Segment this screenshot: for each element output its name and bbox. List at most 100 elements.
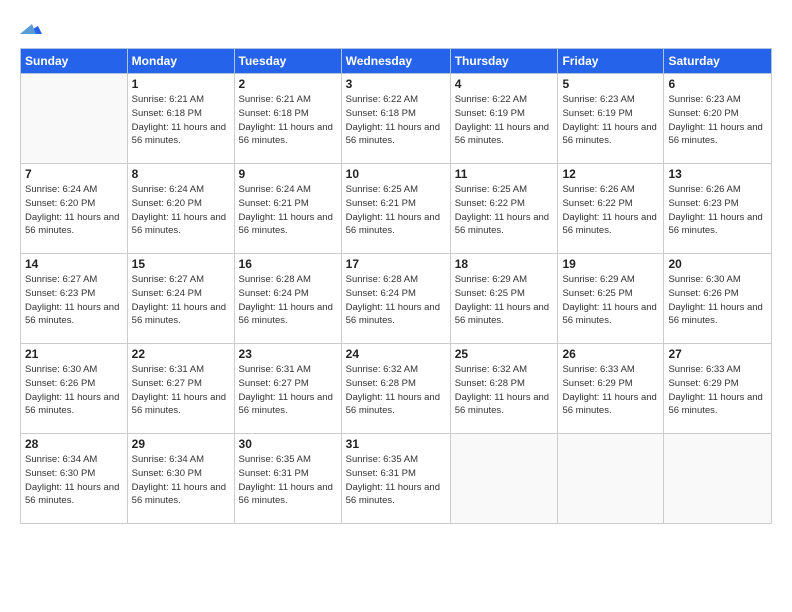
calendar-cell: 19 Sunrise: 6:29 AMSunset: 6:25 PMDayligh… bbox=[558, 254, 664, 344]
calendar-week-row: 14 Sunrise: 6:27 AMSunset: 6:23 PMDayligh… bbox=[21, 254, 772, 344]
day-info: Sunrise: 6:28 AMSunset: 6:24 PMDaylight:… bbox=[239, 273, 337, 328]
day-info: Sunrise: 6:29 AMSunset: 6:25 PMDaylight:… bbox=[562, 273, 659, 328]
day-info: Sunrise: 6:32 AMSunset: 6:28 PMDaylight:… bbox=[346, 363, 446, 418]
day-info: Sunrise: 6:35 AMSunset: 6:31 PMDaylight:… bbox=[346, 453, 446, 508]
day-info: Sunrise: 6:32 AMSunset: 6:28 PMDaylight:… bbox=[455, 363, 554, 418]
day-info: Sunrise: 6:27 AMSunset: 6:24 PMDaylight:… bbox=[132, 273, 230, 328]
day-number: 25 bbox=[455, 347, 554, 361]
day-info: Sunrise: 6:26 AMSunset: 6:22 PMDaylight:… bbox=[562, 183, 659, 238]
header bbox=[20, 16, 772, 38]
calendar-cell: 27 Sunrise: 6:33 AMSunset: 6:29 PMDayligh… bbox=[664, 344, 772, 434]
calendar-cell bbox=[21, 74, 128, 164]
calendar-cell: 16 Sunrise: 6:28 AMSunset: 6:24 PMDayligh… bbox=[234, 254, 341, 344]
day-number: 18 bbox=[455, 257, 554, 271]
day-number: 20 bbox=[668, 257, 767, 271]
day-number: 12 bbox=[562, 167, 659, 181]
calendar-cell: 30Sunrise: 6:35 AMSunset: 6:31 PMDayligh… bbox=[234, 434, 341, 524]
day-number: 19 bbox=[562, 257, 659, 271]
day-number: 31 bbox=[346, 437, 446, 451]
page: SundayMondayTuesdayWednesdayThursdayFrid… bbox=[0, 0, 792, 612]
day-number: 21 bbox=[25, 347, 123, 361]
weekday-header-monday: Monday bbox=[127, 49, 234, 74]
day-info: Sunrise: 6:30 AMSunset: 6:26 PMDaylight:… bbox=[668, 273, 767, 328]
day-number: 10 bbox=[346, 167, 446, 181]
calendar-cell: 21 Sunrise: 6:30 AMSunset: 6:26 PMDayligh… bbox=[21, 344, 128, 434]
day-info: Sunrise: 6:24 AMSunset: 6:21 PMDaylight:… bbox=[239, 183, 337, 238]
day-info: Sunrise: 6:33 AMSunset: 6:29 PMDaylight:… bbox=[668, 363, 767, 418]
day-info: Sunrise: 6:24 AMSunset: 6:20 PMDaylight:… bbox=[25, 183, 123, 238]
day-number: 26 bbox=[562, 347, 659, 361]
weekday-header-wednesday: Wednesday bbox=[341, 49, 450, 74]
logo-icon bbox=[20, 16, 42, 38]
calendar-cell bbox=[664, 434, 772, 524]
weekday-header-row: SundayMondayTuesdayWednesdayThursdayFrid… bbox=[21, 49, 772, 74]
calendar-cell bbox=[558, 434, 664, 524]
calendar-cell: 20 Sunrise: 6:30 AMSunset: 6:26 PMDayligh… bbox=[664, 254, 772, 344]
calendar-cell: 31 Sunrise: 6:35 AMSunset: 6:31 PMDayligh… bbox=[341, 434, 450, 524]
day-info: Sunrise: 6:22 AMSunset: 6:18 PMDaylight:… bbox=[346, 93, 446, 148]
calendar-cell: 10 Sunrise: 6:25 AMSunset: 6:21 PMDayligh… bbox=[341, 164, 450, 254]
day-info: Sunrise: 6:23 AMSunset: 6:19 PMDaylight:… bbox=[562, 93, 659, 148]
day-number: 11 bbox=[455, 167, 554, 181]
day-info: Sunrise: 6:25 AMSunset: 6:21 PMDaylight:… bbox=[346, 183, 446, 238]
day-number: 17 bbox=[346, 257, 446, 271]
day-number: 27 bbox=[668, 347, 767, 361]
day-info: Sunrise: 6:24 AMSunset: 6:20 PMDaylight:… bbox=[132, 183, 230, 238]
calendar-cell: 3 Sunrise: 6:22 AMSunset: 6:18 PMDaylight… bbox=[341, 74, 450, 164]
calendar-table: SundayMondayTuesdayWednesdayThursdayFrid… bbox=[20, 48, 772, 524]
day-info: Sunrise: 6:22 AMSunset: 6:19 PMDaylight:… bbox=[455, 93, 554, 148]
calendar-cell: 8Sunrise: 6:24 AMSunset: 6:20 PMDaylight… bbox=[127, 164, 234, 254]
day-info: Sunrise: 6:34 AMSunset: 6:30 PMDaylight:… bbox=[25, 453, 123, 508]
calendar-cell: 9 Sunrise: 6:24 AMSunset: 6:21 PMDaylight… bbox=[234, 164, 341, 254]
calendar-week-row: 7 Sunrise: 6:24 AMSunset: 6:20 PMDaylight… bbox=[21, 164, 772, 254]
day-info: Sunrise: 6:28 AMSunset: 6:24 PMDaylight:… bbox=[346, 273, 446, 328]
calendar-cell: 7 Sunrise: 6:24 AMSunset: 6:20 PMDaylight… bbox=[21, 164, 128, 254]
day-number: 13 bbox=[668, 167, 767, 181]
day-number: 1 bbox=[132, 77, 230, 91]
day-number: 16 bbox=[239, 257, 337, 271]
calendar-week-row: 1 Sunrise: 6:21 AMSunset: 6:18 PMDaylight… bbox=[21, 74, 772, 164]
day-info: Sunrise: 6:30 AMSunset: 6:26 PMDaylight:… bbox=[25, 363, 123, 418]
calendar-cell: 6Sunrise: 6:23 AMSunset: 6:20 PMDaylight… bbox=[664, 74, 772, 164]
calendar-cell: 11 Sunrise: 6:25 AMSunset: 6:22 PMDayligh… bbox=[450, 164, 558, 254]
calendar-cell: 15 Sunrise: 6:27 AMSunset: 6:24 PMDayligh… bbox=[127, 254, 234, 344]
calendar-cell: 18 Sunrise: 6:29 AMSunset: 6:25 PMDayligh… bbox=[450, 254, 558, 344]
weekday-header-friday: Friday bbox=[558, 49, 664, 74]
day-number: 30 bbox=[239, 437, 337, 451]
day-number: 22 bbox=[132, 347, 230, 361]
day-info: Sunrise: 6:31 AMSunset: 6:27 PMDaylight:… bbox=[239, 363, 337, 418]
day-number: 14 bbox=[25, 257, 123, 271]
calendar-cell: 1 Sunrise: 6:21 AMSunset: 6:18 PMDaylight… bbox=[127, 74, 234, 164]
day-number: 28 bbox=[25, 437, 123, 451]
day-info: Sunrise: 6:29 AMSunset: 6:25 PMDaylight:… bbox=[455, 273, 554, 328]
calendar-cell: 22 Sunrise: 6:31 AMSunset: 6:27 PMDayligh… bbox=[127, 344, 234, 434]
day-number: 29 bbox=[132, 437, 230, 451]
calendar-cell: 24 Sunrise: 6:32 AMSunset: 6:28 PMDayligh… bbox=[341, 344, 450, 434]
calendar-cell: 14 Sunrise: 6:27 AMSunset: 6:23 PMDayligh… bbox=[21, 254, 128, 344]
day-number: 4 bbox=[455, 77, 554, 91]
day-info: Sunrise: 6:21 AMSunset: 6:18 PMDaylight:… bbox=[132, 93, 230, 148]
weekday-header-thursday: Thursday bbox=[450, 49, 558, 74]
day-number: 24 bbox=[346, 347, 446, 361]
day-info: Sunrise: 6:31 AMSunset: 6:27 PMDaylight:… bbox=[132, 363, 230, 418]
day-info: Sunrise: 6:34 AMSunset: 6:30 PMDaylight:… bbox=[132, 453, 230, 508]
day-number: 5 bbox=[562, 77, 659, 91]
day-info: Sunrise: 6:26 AMSunset: 6:23 PMDaylight:… bbox=[668, 183, 767, 238]
day-number: 7 bbox=[25, 167, 123, 181]
calendar-cell: 17 Sunrise: 6:28 AMSunset: 6:24 PMDayligh… bbox=[341, 254, 450, 344]
weekday-header-tuesday: Tuesday bbox=[234, 49, 341, 74]
calendar-cell: 26 Sunrise: 6:33 AMSunset: 6:29 PMDayligh… bbox=[558, 344, 664, 434]
calendar-cell: 12 Sunrise: 6:26 AMSunset: 6:22 PMDayligh… bbox=[558, 164, 664, 254]
day-info: Sunrise: 6:25 AMSunset: 6:22 PMDaylight:… bbox=[455, 183, 554, 238]
day-info: Sunrise: 6:27 AMSunset: 6:23 PMDaylight:… bbox=[25, 273, 123, 328]
calendar-week-row: 21 Sunrise: 6:30 AMSunset: 6:26 PMDayligh… bbox=[21, 344, 772, 434]
day-number: 3 bbox=[346, 77, 446, 91]
logo bbox=[20, 16, 46, 38]
day-number: 9 bbox=[239, 167, 337, 181]
calendar-cell: 13 Sunrise: 6:26 AMSunset: 6:23 PMDayligh… bbox=[664, 164, 772, 254]
calendar-cell bbox=[450, 434, 558, 524]
weekday-header-saturday: Saturday bbox=[664, 49, 772, 74]
day-number: 15 bbox=[132, 257, 230, 271]
day-info: Sunrise: 6:33 AMSunset: 6:29 PMDaylight:… bbox=[562, 363, 659, 418]
calendar-cell: 25 Sunrise: 6:32 AMSunset: 6:28 PMDayligh… bbox=[450, 344, 558, 434]
